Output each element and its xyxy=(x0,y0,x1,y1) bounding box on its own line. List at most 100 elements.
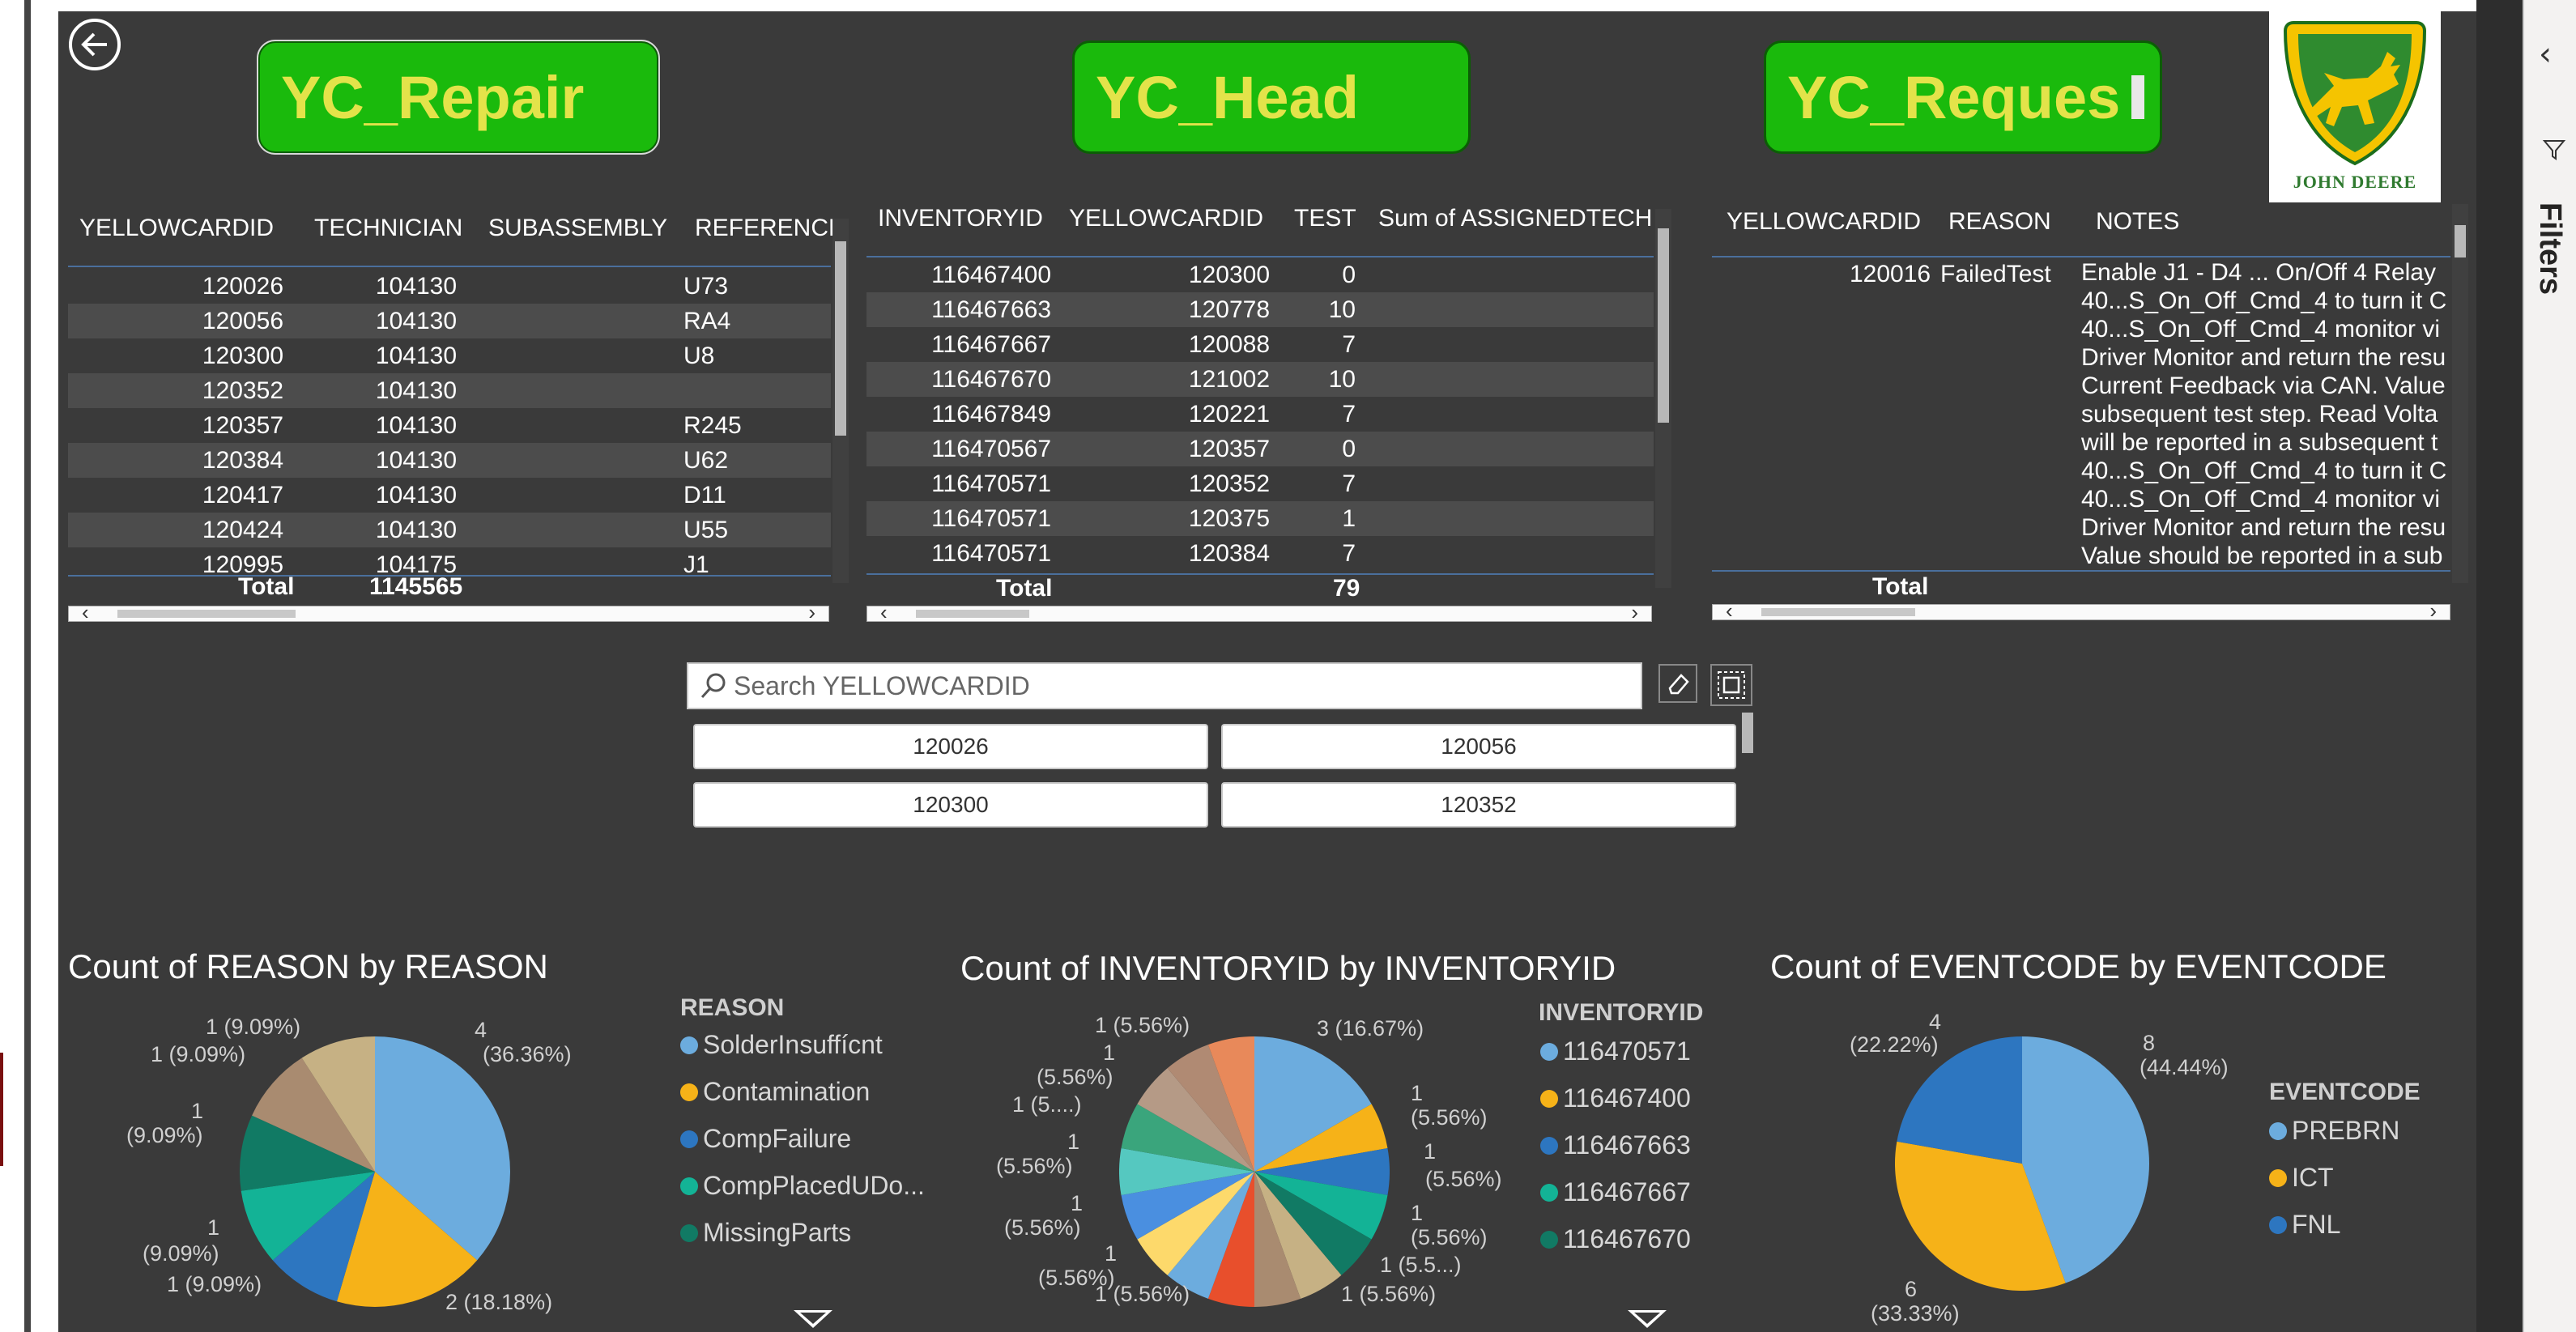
table-row[interactable]: 116467663 120778 10 xyxy=(866,292,1654,327)
yc-head-button[interactable]: YC_Head xyxy=(1072,40,1471,154)
chevron-left-icon[interactable]: ‹ xyxy=(2539,36,2552,73)
legend-label: Contamination xyxy=(703,1077,871,1106)
back-arrow-icon[interactable] xyxy=(66,16,123,73)
table-cell: 116467670 xyxy=(931,365,1051,393)
legend-item[interactable]: Contamination xyxy=(680,1077,870,1107)
table-cell: 120056 xyxy=(202,307,283,334)
col-reference[interactable]: REFERENCE xyxy=(695,215,844,242)
filters-label[interactable]: Filters xyxy=(2532,202,2567,295)
select-all-icon[interactable] xyxy=(1710,664,1752,706)
request-vertical-scrollbar[interactable] xyxy=(2452,204,2468,583)
slicer-option[interactable]: 120352 xyxy=(1221,782,1736,828)
legend-item[interactable]: CompFailure xyxy=(680,1124,851,1154)
slicer-option[interactable]: 120056 xyxy=(1221,724,1736,769)
table-row[interactable]: 120357 104130 R245 xyxy=(68,408,831,443)
legend-label: 116467667 xyxy=(1563,1177,1691,1206)
col-subassembly[interactable]: SUBASSEMBLY xyxy=(488,215,667,242)
legend-dot xyxy=(680,1177,698,1195)
table-row[interactable]: 116467670 121002 10 xyxy=(866,362,1654,397)
table-row[interactable]: 120056 104130 RA4 xyxy=(68,304,831,338)
notes-line: Driver Monitor and return the resu xyxy=(2081,514,2446,541)
table-cell: 7 xyxy=(1342,539,1356,567)
table-cell: 7 xyxy=(1342,470,1356,497)
table-row[interactable]: 120424 104130 U55 xyxy=(68,513,831,547)
yc-repair-button[interactable]: YC_Repair xyxy=(257,40,660,155)
slicer-scrollbar[interactable] xyxy=(1739,709,1756,831)
legend-title-eventcode: EVENTCODE xyxy=(2269,1079,2421,1105)
table-cell: 116467849 xyxy=(931,400,1051,428)
legend-item[interactable]: MissingParts xyxy=(680,1218,851,1248)
table-cell: U73 xyxy=(683,272,729,300)
slicer-option[interactable]: 120300 xyxy=(693,782,1208,828)
legend-item[interactable]: 116467667 xyxy=(1540,1177,1691,1207)
col-reason[interactable]: REASON xyxy=(1948,208,2051,236)
pie-chart-eventcode[interactable] xyxy=(1895,1036,2149,1291)
pie-chart-inventoryid[interactable] xyxy=(1119,1036,1390,1307)
head-horizontal-scrollbar[interactable]: ‹ › xyxy=(866,600,1652,624)
total-separator xyxy=(866,573,1654,575)
legend-more-icon[interactable] xyxy=(1628,1310,1667,1328)
legend-item[interactable]: 116467670 xyxy=(1540,1224,1691,1254)
legend-item[interactable]: CompPlacedUDo... xyxy=(680,1171,925,1201)
head-vertical-scrollbar[interactable] xyxy=(1655,209,1671,588)
legend-item[interactable]: PREBRN xyxy=(2269,1116,2399,1146)
legend-item[interactable]: 116470571 xyxy=(1540,1036,1691,1066)
table-row[interactable]: 116467667 120088 7 xyxy=(866,327,1654,362)
table-row[interactable]: 120384 104130 U62 xyxy=(68,443,831,478)
legend-label: SolderInsuffícnt xyxy=(703,1030,883,1059)
left-accent xyxy=(0,1053,3,1166)
table-cell: 120300 xyxy=(1188,261,1270,288)
yc-request-button[interactable]: YC_Reques xyxy=(1764,40,2162,154)
table-row[interactable]: 120300 104130 U8 xyxy=(68,338,831,373)
table-cell: 104130 xyxy=(375,342,457,369)
repair-vertical-scrollbar[interactable] xyxy=(832,219,849,583)
table-row[interactable]: 116470571 120375 1 xyxy=(866,501,1654,536)
table-cell: U8 xyxy=(683,342,715,369)
request-table: YELLOWCARDID REASON NOTES 120016 FailedT… xyxy=(1712,198,2468,627)
table-row[interactable]: 116470567 120357 0 xyxy=(866,432,1654,466)
right-gutter xyxy=(2476,0,2523,1332)
filters-pane[interactable]: ‹ Filters xyxy=(2523,0,2576,1332)
table-row[interactable]: 116470571 120384 7 xyxy=(866,536,1654,571)
repair-total-value: 1145565 xyxy=(369,573,463,600)
table-row[interactable]: 120352 104130 xyxy=(68,373,831,408)
col-yellowcardid[interactable]: YELLOWCARDID xyxy=(1727,208,1921,236)
logo-wordmark: JOHN DEERE xyxy=(2293,172,2417,192)
table-row[interactable]: 116467849 120221 7 xyxy=(866,397,1654,432)
pie-label: 1 (5.56%) xyxy=(1095,1013,1190,1037)
legend-dot xyxy=(1540,1089,1558,1108)
table-row[interactable]: 116470571 120352 7 xyxy=(866,466,1654,501)
table-row[interactable]: 116467400 120300 0 xyxy=(866,257,1654,292)
col-technician[interactable]: TECHNICIAN xyxy=(314,215,462,242)
legend-label: FNL xyxy=(2292,1210,2341,1239)
col-inventoryid[interactable]: INVENTORYID xyxy=(878,205,1043,232)
request-horizontal-scrollbar[interactable]: ‹ › xyxy=(1712,598,2450,623)
legend-item[interactable]: SolderInsuffícnt xyxy=(680,1030,883,1060)
col-sum-assignedtech[interactable]: Sum of ASSIGNEDTECH xyxy=(1378,205,1652,232)
legend-more-icon[interactable] xyxy=(794,1310,832,1328)
col-yellowcardid[interactable]: YELLOWCARDID xyxy=(1069,205,1263,232)
col-yellowcardid[interactable]: YELLOWCARDID xyxy=(79,215,274,242)
slicer-option[interactable]: 120026 xyxy=(693,724,1208,769)
table-cell: 104130 xyxy=(375,446,457,474)
col-notes[interactable]: NOTES xyxy=(2096,208,2179,236)
request-total-label: Total xyxy=(1872,573,1929,600)
table-row[interactable]: 120026 104130 U73 xyxy=(68,269,831,304)
legend-label: MissingParts xyxy=(703,1218,852,1247)
table-row[interactable]: 120417 104130 D11 xyxy=(68,478,831,513)
slicer-search-box[interactable]: Search YELLOWCARDID xyxy=(687,662,1642,709)
legend-item[interactable]: FNL xyxy=(2269,1210,2340,1240)
table-cell: 7 xyxy=(1342,400,1356,428)
legend-item[interactable]: 116467663 xyxy=(1540,1130,1691,1160)
repair-horizontal-scrollbar[interactable]: ‹ › xyxy=(68,600,829,624)
pie-chart-reason[interactable] xyxy=(240,1036,510,1307)
col-test[interactable]: TEST xyxy=(1294,205,1356,232)
eraser-icon[interactable] xyxy=(1658,664,1697,703)
search-icon xyxy=(700,673,726,699)
notes-line: 40...S_On_Off_Cmd_4 monitor vi xyxy=(2081,486,2440,513)
pie-label: 1 (9.09%) xyxy=(206,1015,301,1039)
legend-item[interactable]: 116467400 xyxy=(1540,1083,1691,1113)
chart-title-inventoryid: Count of INVENTORYID by INVENTORYID xyxy=(960,949,1616,987)
legend-item[interactable]: ICT xyxy=(2269,1163,2334,1193)
table-cell: 120357 xyxy=(1188,435,1270,462)
